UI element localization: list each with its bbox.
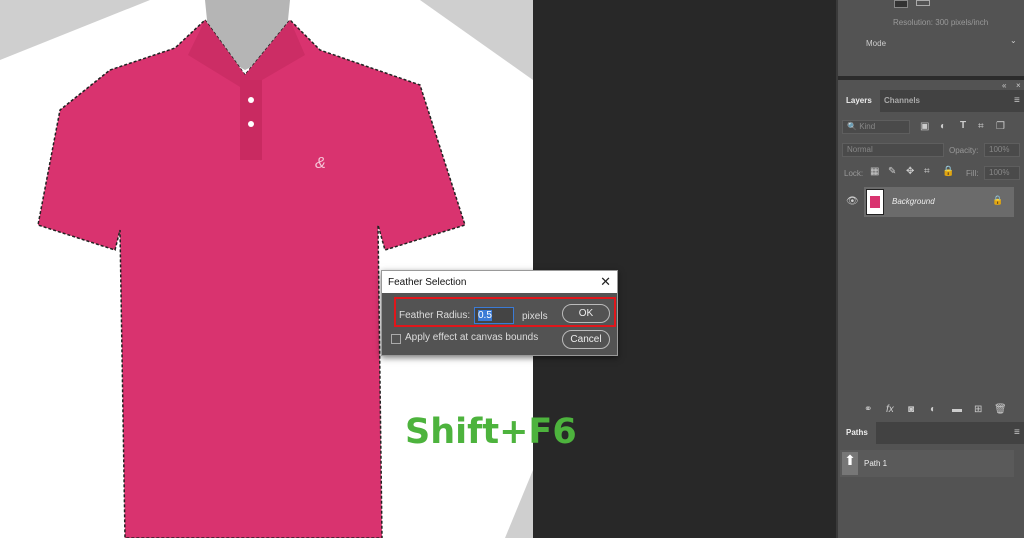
shirt-photo: & xyxy=(0,0,533,538)
panel-menu-icon[interactable]: ≡ xyxy=(1014,427,1020,438)
lock-image-icon[interactable]: ✎ xyxy=(888,166,896,177)
smart-object-filter-icon[interactable]: ❐ xyxy=(996,121,1005,132)
ok-button[interactable]: OK xyxy=(562,304,610,323)
feather-selection-dialog: Feather Selection ✕ Feather Radius: 0.5 p… xyxy=(381,270,618,356)
collapse-icon[interactable]: « xyxy=(1002,81,1006,90)
pasteboard xyxy=(533,0,836,538)
fill-label: Fill: xyxy=(966,169,979,178)
opacity-input[interactable]: 100% xyxy=(984,143,1020,157)
path-row[interactable]: ⬆ Path 1 xyxy=(840,450,1014,477)
layers-tabbar: Layers Channels ≡ xyxy=(838,90,1024,112)
blend-mode-select[interactable]: Normal xyxy=(842,143,944,157)
mode-label: Mode xyxy=(866,39,887,48)
layer-thumbnail xyxy=(866,189,884,215)
apply-canvas-bounds-label: Apply effect at canvas bounds xyxy=(405,332,539,343)
filter-kind-select[interactable]: 🔍 Kind xyxy=(842,120,910,134)
lock-label: Lock: xyxy=(844,169,864,178)
orientation-portrait-icon[interactable] xyxy=(894,0,908,8)
dialog-title: Feather Selection xyxy=(388,277,467,288)
shape-filter-icon[interactable]: ⌗ xyxy=(978,121,984,132)
path-name: Path 1 xyxy=(864,459,888,468)
link-layers-icon[interactable]: ⚭ xyxy=(864,404,872,415)
tab-layers[interactable]: Layers xyxy=(838,90,880,112)
lock-all-icon[interactable]: 🔒 xyxy=(942,166,954,177)
delete-icon[interactable]: 🗑 xyxy=(994,404,1007,415)
layer-name: Background xyxy=(892,197,935,206)
feather-radius-input[interactable]: 0.5 xyxy=(474,307,514,324)
lock-position-icon[interactable]: ✥ xyxy=(906,166,914,177)
group-folder-icon[interactable]: ▬ xyxy=(952,404,962,415)
opacity-label: Opacity: xyxy=(949,146,979,155)
shortcut-overlay-text: Shift+F6 xyxy=(405,412,577,452)
fill-input[interactable]: 100% xyxy=(984,166,1020,180)
paths-tabbar: Paths ≡ xyxy=(838,422,1024,444)
type-filter-icon[interactable]: T xyxy=(960,120,966,131)
lock-icon: 🔒 xyxy=(992,195,1004,205)
pixel-filter-icon[interactable]: ▣ xyxy=(920,121,929,132)
lock-artboard-icon[interactable]: ⌗ xyxy=(924,166,930,177)
resolution-text: Resolution: 300 pixels/inch xyxy=(893,18,989,27)
fx-icon[interactable]: fx xyxy=(886,404,894,415)
close-panel-icon[interactable]: × xyxy=(1016,81,1021,90)
adjustment-filter-icon[interactable]: ◐ xyxy=(940,121,946,132)
unit-label: pixels xyxy=(522,311,548,322)
document-canvas[interactable]: & xyxy=(0,0,533,538)
cancel-button[interactable]: Cancel xyxy=(562,330,610,349)
tab-paths[interactable]: Paths xyxy=(838,422,876,444)
chevron-down-icon[interactable]: ⌄ xyxy=(1010,36,1017,45)
adjustment-layer-icon[interactable]: ◐ xyxy=(930,404,936,415)
panel-menu-icon[interactable]: ≡ xyxy=(1014,95,1020,106)
path-thumbnail-icon: ⬆ xyxy=(842,452,858,475)
feather-radius-label: Feather Radius: xyxy=(399,310,471,321)
svg-text:&: & xyxy=(315,155,326,172)
right-panel: Resolution: 300 pixels/inch Mode ⌄ « × L… xyxy=(836,0,1024,538)
lock-transparent-icon[interactable]: ▦ xyxy=(870,166,879,177)
tab-channels[interactable]: Channels xyxy=(876,90,928,112)
add-mask-icon[interactable]: ◙ xyxy=(908,404,914,415)
apply-canvas-bounds-checkbox[interactable] xyxy=(391,334,401,344)
layer-row-background[interactable]: Background 🔒 xyxy=(864,187,1014,217)
new-layer-icon[interactable]: ⊞ xyxy=(974,404,982,415)
close-icon[interactable]: ✕ xyxy=(600,274,611,290)
eye-icon[interactable]: 👁 xyxy=(846,196,859,207)
orientation-landscape-icon[interactable] xyxy=(916,0,930,6)
